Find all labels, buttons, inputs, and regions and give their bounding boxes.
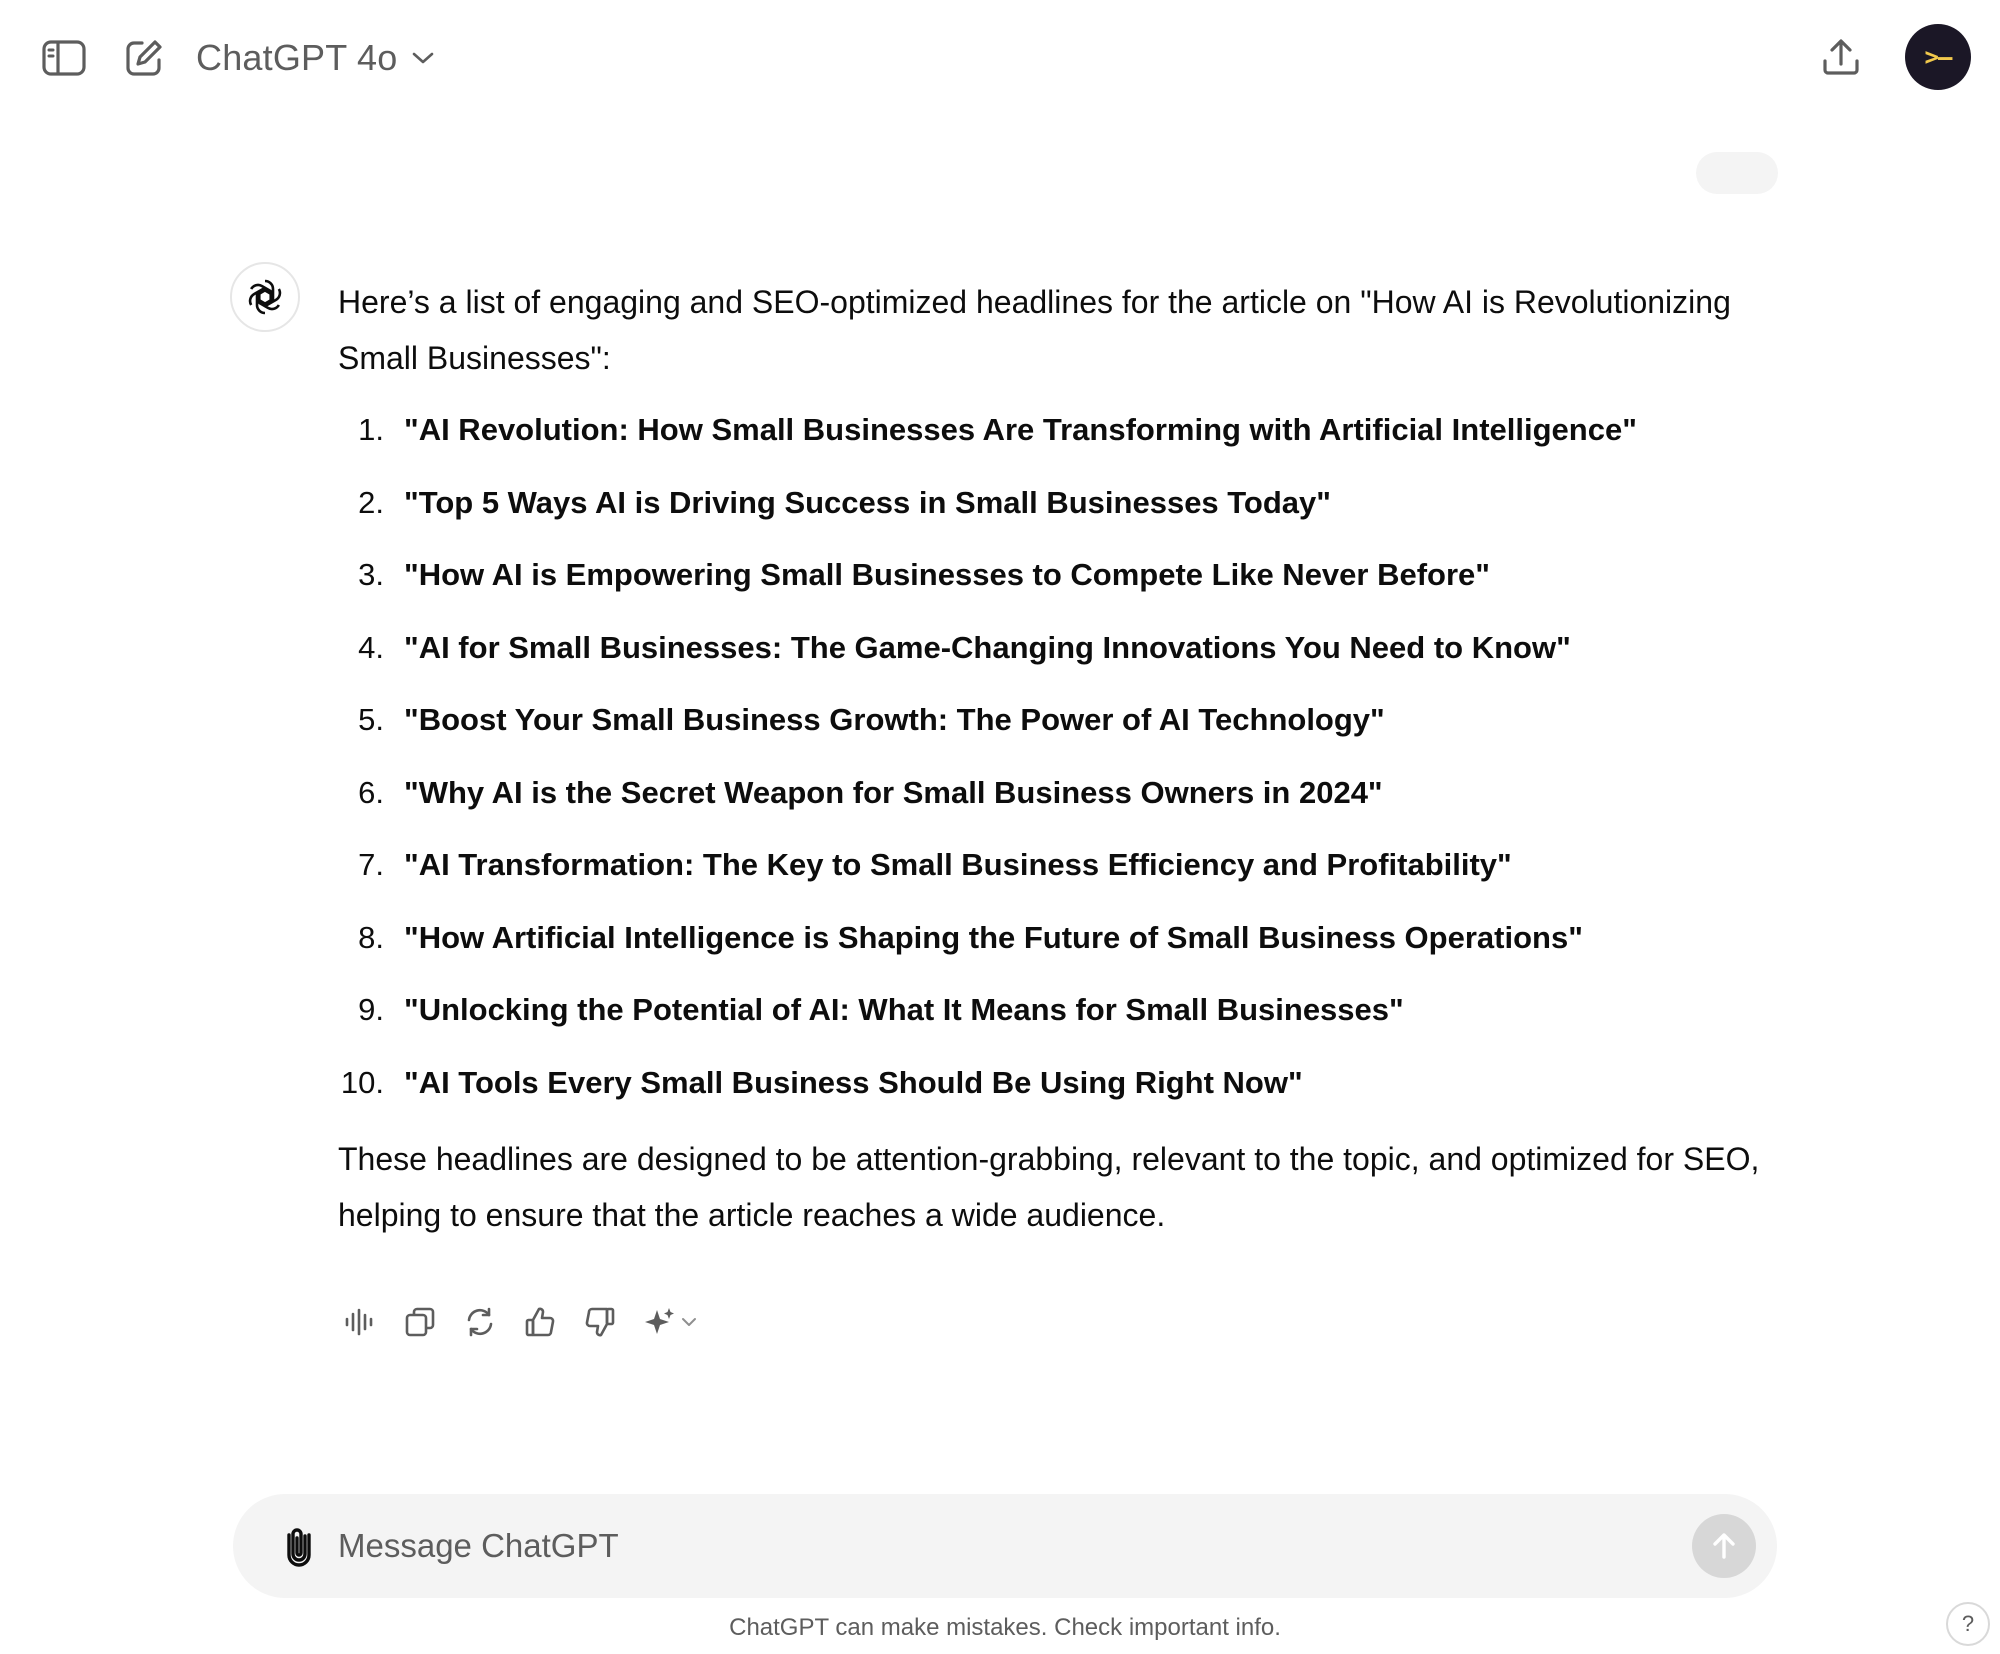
arrow-up-icon (1713, 1533, 1735, 1559)
change-model-button[interactable] (636, 1298, 706, 1346)
list-item: 6. "Why AI is the Secret Weapon for Small… (338, 765, 1778, 821)
share-icon (1823, 39, 1859, 75)
headline-text: "Why AI is the Secret Weapon for Small B… (404, 774, 1383, 810)
good-response-button[interactable] (516, 1298, 564, 1346)
list-item: 2. "Top 5 Ways AI is Driving Success in S… (338, 475, 1778, 531)
user-message-bubble (1696, 152, 1778, 194)
edit-icon (126, 40, 162, 76)
model-switcher[interactable]: ChatGPT 4o (196, 30, 435, 86)
read-aloud-icon (345, 1308, 373, 1336)
list-number: 9. (358, 992, 384, 1027)
list-item: 3. "How AI is Empowering Small Businesses… (338, 547, 1778, 603)
sidebar-icon (42, 40, 86, 76)
list-number: 10. (340, 1064, 384, 1100)
bad-response-button[interactable] (576, 1298, 624, 1346)
list-item: 7. "AI Transformation: The Key to Small B… (338, 837, 1778, 893)
send-button[interactable] (1692, 1514, 1756, 1578)
assistant-avatar (230, 262, 300, 332)
list-number: 4. (358, 629, 384, 665)
headline-text: "AI Revolution: How Small Businesses Are… (404, 412, 1637, 447)
headline-text: "AI for Small Businesses: The Game-Chang… (404, 629, 1571, 665)
list-number: 8. (358, 919, 384, 955)
thumbs-down-icon (585, 1307, 615, 1337)
thumbs-up-icon (525, 1307, 555, 1337)
help-button[interactable]: ? (1946, 1602, 1990, 1646)
headline-text: "How AI is Empowering Small Businesses t… (404, 557, 1490, 592)
attach-button[interactable] (271, 1518, 327, 1574)
chevron-down-icon (682, 1318, 696, 1326)
headline-text: "Unlocking the Potential of AI: What It … (404, 992, 1404, 1027)
headline-text: "AI Tools Every Small Business Should Be… (404, 1064, 1303, 1100)
user-avatar[interactable]: >– (1905, 24, 1971, 90)
copy-icon (405, 1307, 435, 1337)
top-bar: ChatGPT 4o >– (0, 0, 2000, 114)
new-chat-button[interactable] (116, 30, 172, 86)
list-number: 3. (358, 557, 384, 592)
list-number: 2. (358, 484, 384, 520)
read-aloud-button[interactable] (336, 1298, 384, 1346)
message-composer (233, 1494, 1777, 1598)
headline-list: 1. "AI Revolution: How Small Businesses A… (338, 402, 1778, 1111)
model-name: ChatGPT 4o (196, 37, 398, 78)
message-actions (336, 1298, 706, 1346)
assistant-message: Here’s a list of engaging and SEO-optimi… (338, 274, 1778, 1243)
list-item: 1. "AI Revolution: How Small Businesses A… (338, 402, 1778, 458)
list-number: 5. (358, 702, 384, 737)
help-icon: ? (1961, 1611, 1975, 1636)
list-item: 10. "AI Tools Every Small Business Should… (338, 1055, 1778, 1111)
list-item: 4. "AI for Small Businesses: The Game-Cha… (338, 620, 1778, 676)
list-number: 1. (358, 412, 384, 447)
list-number: 7. (358, 847, 384, 882)
message-outro: These headlines are designed to be atten… (338, 1140, 1760, 1233)
headline-text: "How Artificial Intelligence is Shaping … (404, 919, 1583, 955)
sparkle-icon (645, 1308, 674, 1334)
sidebar-toggle-button[interactable] (36, 30, 92, 86)
copy-button[interactable] (396, 1298, 444, 1346)
avatar-glyph: >– (1924, 43, 1953, 71)
regenerate-icon (467, 1307, 493, 1337)
chat-page: ChatGPT 4o >– Here’s a list of engaging … (0, 0, 2000, 1654)
paperclip-icon (287, 1528, 311, 1567)
list-number: 6. (358, 774, 384, 810)
message-intro: Here’s a list of engaging and SEO-optimi… (338, 284, 1731, 376)
headline-text: "Top 5 Ways AI is Driving Success in Sma… (404, 484, 1331, 520)
regenerate-button[interactable] (456, 1298, 504, 1346)
list-item: 9. "Unlocking the Potential of AI: What I… (338, 982, 1778, 1038)
headline-text: "AI Transformation: The Key to Small Bus… (404, 847, 1512, 882)
list-item: 5. "Boost Your Small Business Growth: The… (338, 692, 1778, 748)
openai-logo-icon (248, 279, 282, 315)
disclaimer-text: ChatGPT can make mistakes. Check importa… (729, 1614, 1281, 1641)
chevron-down-icon (413, 52, 434, 64)
headline-text: "Boost Your Small Business Growth: The P… (404, 702, 1385, 737)
list-item: 8. "How Artificial Intelligence is Shapin… (338, 910, 1778, 966)
share-button[interactable] (1812, 28, 1870, 86)
message-input[interactable] (338, 1516, 1618, 1576)
